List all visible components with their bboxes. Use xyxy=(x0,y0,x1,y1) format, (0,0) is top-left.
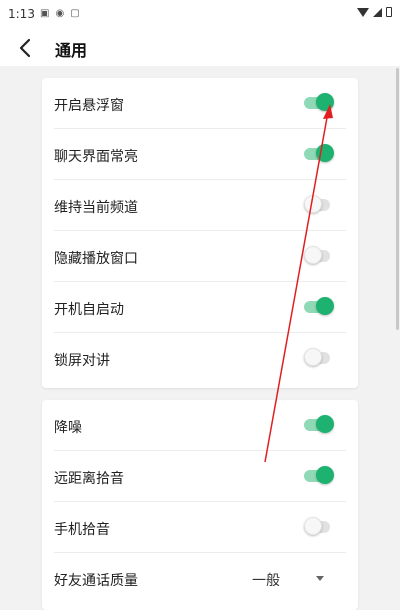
toggle-switch[interactable] xyxy=(304,195,334,213)
setting-row-lockscreen-talk: 锁屏对讲 xyxy=(54,333,346,384)
setting-row-autostart: 开机自启动 xyxy=(54,282,346,333)
call-quality-select[interactable]: 一般 xyxy=(244,568,334,589)
settings-card-1: 开启悬浮窗 聊天界面常亮 维持当前频道 隐藏播放窗口 开机自启动 锁屏对讲 xyxy=(42,78,358,388)
settings-card-2: 降噪 远距离拾音 手机拾音 好友通话质量 一般 xyxy=(42,400,358,610)
setting-label: 维持当前频道 xyxy=(54,200,138,216)
radio-icon: ◉ xyxy=(55,8,65,19)
toggle-switch[interactable] xyxy=(304,415,334,433)
setting-row-noise-reduction: 降噪 xyxy=(54,400,346,451)
toggle-switch[interactable] xyxy=(304,348,334,366)
setting-label: 锁屏对讲 xyxy=(54,353,110,369)
status-bar: 1:13 ▣ ◉ ▢ xyxy=(0,0,400,30)
setting-row-far-pickup: 远距离拾音 xyxy=(54,451,346,502)
setting-label: 好友通话质量 xyxy=(54,573,138,589)
select-value: 一般 xyxy=(252,573,280,589)
setting-label: 隐藏播放窗口 xyxy=(54,251,138,267)
setting-label: 聊天界面常亮 xyxy=(54,149,138,165)
notification-icon: ▢ xyxy=(70,8,80,19)
setting-row-hide-player: 隐藏播放窗口 xyxy=(54,231,346,282)
toggle-switch[interactable] xyxy=(304,93,334,111)
status-left-icons: ▣ ◉ ▢ xyxy=(40,8,80,19)
battery-icon xyxy=(386,7,392,17)
setting-label: 降噪 xyxy=(54,420,82,436)
setting-label: 远距离拾音 xyxy=(54,471,124,487)
setting-label: 手机拾音 xyxy=(54,522,110,538)
setting-label: 开机自启动 xyxy=(54,302,124,318)
toggle-switch[interactable] xyxy=(304,144,334,162)
image-icon: ▣ xyxy=(40,8,50,19)
toggle-switch[interactable] xyxy=(304,246,334,264)
status-time: 1:13 xyxy=(8,7,35,21)
status-right-icons xyxy=(357,7,392,17)
scrollbar-thumb[interactable] xyxy=(396,68,399,330)
setting-row-chat-screen-on: 聊天界面常亮 xyxy=(54,129,346,180)
caret-down-icon xyxy=(316,576,324,581)
setting-row-keep-channel: 维持当前频道 xyxy=(54,180,346,231)
setting-row-floating-window: 开启悬浮窗 xyxy=(54,78,346,129)
chevron-left-icon[interactable] xyxy=(14,36,38,60)
toggle-switch[interactable] xyxy=(304,517,334,535)
toggle-switch[interactable] xyxy=(304,466,334,484)
header: 通用 xyxy=(0,30,400,66)
setting-row-call-quality: 好友通话质量 一般 xyxy=(54,553,346,604)
setting-label: 开启悬浮窗 xyxy=(54,98,124,114)
page-title: 通用 xyxy=(55,41,88,60)
setting-row-phone-pickup: 手机拾音 xyxy=(54,502,346,553)
wifi-icon xyxy=(357,7,369,17)
cellular-icon xyxy=(373,7,382,17)
toggle-switch[interactable] xyxy=(304,297,334,315)
